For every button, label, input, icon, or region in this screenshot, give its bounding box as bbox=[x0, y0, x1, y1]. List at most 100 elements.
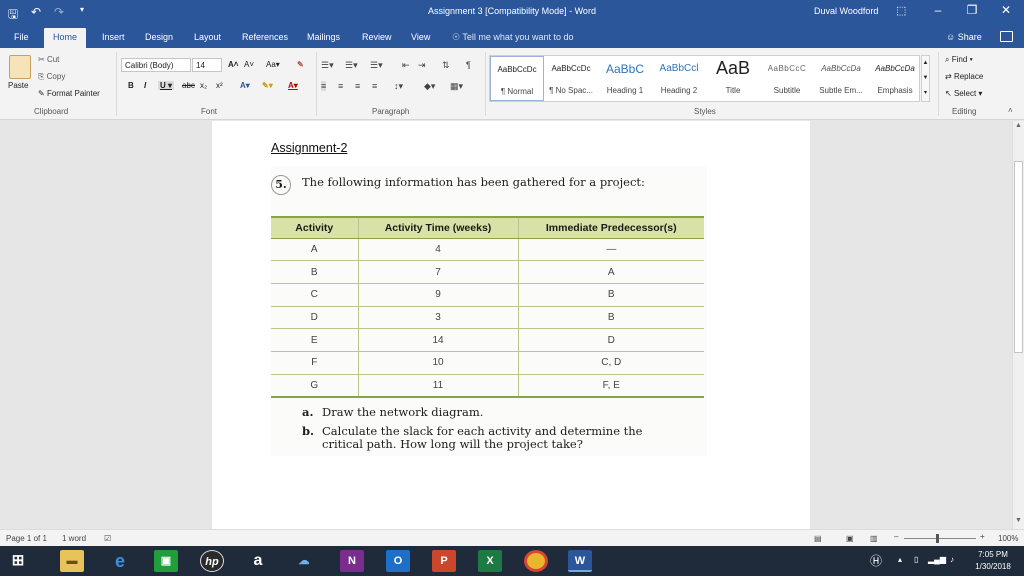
superscript-button[interactable]: x² bbox=[216, 81, 223, 90]
styles-more-icon[interactable]: ▲ ▼ ▾ bbox=[921, 55, 930, 102]
zoom-slider[interactable] bbox=[904, 538, 976, 539]
wifi-icon[interactable]: ▂▄▆ bbox=[928, 555, 946, 564]
text-effects-button[interactable]: A▾ bbox=[240, 81, 250, 90]
style-normal[interactable]: AaBbCcDc ¶ Normal bbox=[490, 56, 544, 101]
justify-icon[interactable]: ≡ bbox=[372, 81, 377, 91]
subscript-button[interactable]: x₂ bbox=[200, 81, 207, 90]
align-left-icon[interactable]: ≡ bbox=[321, 81, 327, 91]
amazon-icon[interactable]: a bbox=[246, 550, 270, 572]
highlight-color-button[interactable]: ✎▾ bbox=[262, 81, 273, 90]
chrome-icon[interactable] bbox=[524, 550, 548, 572]
help-icon[interactable]: Ⓗ bbox=[870, 552, 882, 569]
style-heading-1[interactable]: AaBbC Heading 1 bbox=[598, 56, 652, 101]
file-explorer-icon[interactable]: ▬ bbox=[60, 550, 84, 572]
minimize-icon[interactable]: – bbox=[928, 3, 948, 17]
comments-icon[interactable] bbox=[1000, 31, 1013, 42]
decrease-indent-icon[interactable]: ⇤ bbox=[402, 60, 410, 71]
user-name[interactable]: Duval Woodford bbox=[814, 6, 878, 16]
format-painter-button[interactable]: ✎ Format Painter bbox=[38, 89, 100, 98]
style-sample: AaBbCcDc bbox=[497, 65, 537, 74]
style-subtle-emphasis[interactable]: AaBbCcDa Subtle Em... bbox=[814, 56, 868, 101]
zoom-out-icon[interactable]: – bbox=[894, 532, 898, 541]
change-case-button[interactable]: Aa▾ bbox=[266, 60, 280, 69]
copy-button[interactable]: ⎘ Copy bbox=[38, 72, 65, 82]
tab-layout[interactable]: Layout bbox=[194, 32, 221, 42]
cut-button[interactable]: ✂ Cut bbox=[38, 55, 59, 64]
document-page[interactable]: Assignment-2 5. The following informatio… bbox=[212, 121, 810, 529]
tab-mailings[interactable]: Mailings bbox=[307, 32, 340, 42]
shrink-font-button[interactable]: A˅ bbox=[244, 60, 254, 69]
show-hidden-icons[interactable]: ▴ bbox=[898, 555, 902, 564]
ribbon-display-options-icon[interactable]: ⬚ bbox=[896, 4, 906, 17]
outlook-icon[interactable]: O bbox=[386, 550, 410, 572]
excel-icon[interactable]: X bbox=[478, 550, 502, 572]
tab-file[interactable]: File bbox=[14, 32, 29, 42]
numbering-icon[interactable]: ☰▾ bbox=[345, 60, 358, 71]
sort-icon[interactable]: ⇅ bbox=[442, 60, 450, 71]
paste-button[interactable]: Paste bbox=[8, 81, 28, 90]
weather-icon[interactable]: ☁ bbox=[292, 550, 316, 572]
tab-design[interactable]: Design bbox=[145, 32, 173, 42]
find-button[interactable]: ⌕ Find ▾ bbox=[945, 55, 973, 65]
print-layout-icon[interactable]: ▣ bbox=[846, 534, 854, 543]
tab-home[interactable]: Home bbox=[44, 28, 87, 48]
style-subtitle[interactable]: AaBbCcC Subtitle bbox=[760, 56, 814, 101]
battery-icon[interactable]: ▯ bbox=[914, 555, 918, 564]
web-layout-icon[interactable]: ▥ bbox=[870, 534, 878, 543]
onenote-icon[interactable]: N bbox=[340, 550, 364, 572]
internet-explorer-icon[interactable]: e bbox=[108, 550, 132, 572]
close-icon[interactable]: ✕ bbox=[996, 3, 1016, 17]
bold-button[interactable]: B bbox=[128, 81, 134, 90]
multilevel-list-icon[interactable]: ☰▾ bbox=[370, 60, 383, 71]
zoom-in-icon[interactable]: + bbox=[980, 532, 985, 541]
line-spacing-icon[interactable]: ↕▾ bbox=[394, 81, 403, 92]
zoom-level[interactable]: 100% bbox=[998, 534, 1018, 543]
zoom-slider-thumb[interactable] bbox=[936, 534, 939, 543]
font-name-dropdown[interactable]: Calibri (Body) bbox=[121, 58, 191, 72]
increase-indent-icon[interactable]: ⇥ bbox=[418, 60, 426, 71]
scroll-thumb[interactable] bbox=[1014, 161, 1023, 353]
font-color-button[interactable]: A▾ bbox=[288, 81, 298, 90]
tab-review[interactable]: Review bbox=[362, 32, 392, 42]
select-button[interactable]: ↖ Select ▾ bbox=[945, 89, 982, 98]
borders-icon[interactable]: ▦▾ bbox=[450, 81, 463, 92]
collapse-ribbon-icon[interactable]: ˄ bbox=[1008, 106, 1013, 115]
hp-icon[interactable]: hp bbox=[200, 550, 224, 572]
style-no-spacing[interactable]: AaBbCcDc ¶ No Spac... bbox=[544, 56, 598, 101]
grow-font-button[interactable]: A˄ bbox=[228, 60, 238, 69]
scroll-up-icon[interactable]: ▲ bbox=[1014, 122, 1023, 129]
share-button[interactable]: ☺ Share bbox=[946, 32, 982, 42]
word-count[interactable]: 1 word bbox=[62, 534, 86, 543]
vertical-scrollbar[interactable]: ▲ ▼ bbox=[1012, 121, 1024, 529]
clear-formatting-icon[interactable]: ✎ bbox=[297, 60, 304, 69]
strikethrough-button[interactable]: abc bbox=[182, 81, 195, 90]
proofing-icon[interactable]: ☑ bbox=[104, 534, 111, 543]
page-count[interactable]: Page 1 of 1 bbox=[6, 534, 47, 543]
show-formatting-icon[interactable]: ¶ bbox=[466, 60, 471, 70]
word-icon[interactable]: W bbox=[568, 550, 592, 572]
tab-references[interactable]: References bbox=[242, 32, 288, 42]
windows-start-icon[interactable]: ⊞ bbox=[6, 550, 30, 572]
restore-icon[interactable]: ❐ bbox=[962, 3, 982, 17]
style-title[interactable]: AaB Title bbox=[706, 56, 760, 101]
tell-me-search[interactable]: ☉ Tell me what you want to do bbox=[452, 32, 573, 43]
tab-view[interactable]: View bbox=[411, 32, 430, 42]
align-right-icon[interactable]: ≡ bbox=[355, 81, 360, 91]
bullets-icon[interactable]: ☰▾ bbox=[321, 60, 334, 71]
replace-button[interactable]: ⇄ Replace bbox=[945, 72, 983, 81]
tab-insert[interactable]: Insert bbox=[102, 32, 125, 42]
font-size-dropdown[interactable]: 14 bbox=[192, 58, 222, 72]
system-clock[interactable]: 7:05 PM 1/30/2018 bbox=[968, 549, 1018, 573]
powerpoint-icon[interactable]: P bbox=[432, 550, 456, 572]
scroll-down-icon[interactable]: ▼ bbox=[1014, 517, 1023, 524]
volume-icon[interactable]: ♪ bbox=[950, 555, 954, 564]
style-heading-2[interactable]: AaBbCcl Heading 2 bbox=[652, 56, 706, 101]
store-icon[interactable]: ▣ bbox=[154, 550, 178, 572]
align-center-icon[interactable]: ≡ bbox=[338, 81, 343, 91]
paste-icon[interactable] bbox=[9, 55, 31, 79]
style-emphasis[interactable]: AaBbCcDa Emphasis bbox=[868, 56, 922, 101]
italic-button[interactable]: I bbox=[144, 81, 146, 90]
read-mode-icon[interactable]: ▤ bbox=[814, 534, 822, 543]
shading-icon[interactable]: ◆▾ bbox=[424, 81, 435, 92]
underline-button[interactable]: U ▾ bbox=[158, 81, 175, 90]
